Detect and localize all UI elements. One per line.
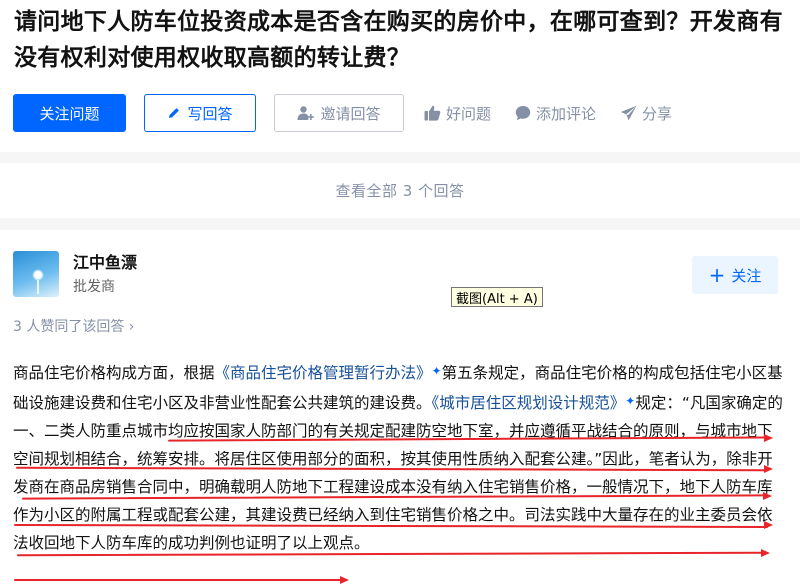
- answer-text-part-3: 规定：“凡国家确定的一、二类人防重点城市均应按国家人防部门的有关规定配建防空地下…: [13, 394, 783, 552]
- annotation-arrowhead: [761, 549, 770, 557]
- share-label: 分享: [642, 104, 673, 123]
- annotation-arrowhead: [763, 492, 772, 500]
- regulation-link-2[interactable]: 《城市居住区规划设计规范》: [432, 394, 626, 412]
- view-all-answers-bar: 查看全部 3 个回答: [0, 163, 800, 218]
- write-answer-label: 写回答: [187, 104, 233, 123]
- invite-answer-label: 邀请回答: [320, 104, 381, 123]
- question-actions: 关注问题 写回答 邀请回答 好问题 添加评论 分享: [13, 93, 672, 133]
- invite-answer-button[interactable]: 邀请回答: [274, 94, 404, 132]
- question-title[interactable]: 请问地下人防车位投资成本是否含在购买的房价中，在哪可查到？开发商有没有权利对使用…: [14, 4, 800, 76]
- sparkle-icon: ✦: [431, 364, 442, 378]
- comment-icon: [515, 106, 531, 121]
- regulation-link-1[interactable]: 《商品住宅价格管理暂行办法》: [215, 364, 432, 382]
- avatar-stem-graphic: [37, 280, 39, 294]
- author-bio: 批发商: [73, 279, 115, 295]
- pencil-icon: [169, 108, 180, 118]
- sparkle-icon: ✦: [625, 394, 636, 408]
- upvote-count-link[interactable]: 3 人赞同了该回答 ›: [13, 316, 134, 336]
- avatar[interactable]: [13, 251, 59, 297]
- thumbs-up-icon: [424, 105, 441, 121]
- answer-text-part-1: 商品住宅价格构成方面，根据: [13, 364, 215, 382]
- annotation-underline: [14, 579, 344, 581]
- add-comment-button[interactable]: 添加评论: [515, 103, 596, 124]
- follow-author-button[interactable]: + 关注: [692, 256, 778, 294]
- good-question-label: 好问题: [446, 104, 492, 123]
- annotation-arrowhead: [764, 465, 773, 473]
- follow-question-button[interactable]: 关注问题: [13, 94, 126, 132]
- answer-card: 江中鱼漂 批发商 + 关注 3 人赞同了该回答 › 商品住宅价格构成方面，根据《…: [0, 230, 800, 587]
- annotation-arrowhead: [764, 521, 773, 529]
- view-all-answers-link[interactable]: 查看全部 3 个回答: [335, 180, 464, 201]
- annotation-arrowhead: [340, 576, 349, 584]
- share-paper-plane-icon: [620, 105, 637, 121]
- author-name[interactable]: 江中鱼漂: [73, 249, 137, 273]
- add-comment-label: 添加评论: [536, 104, 597, 123]
- plus-icon: +: [708, 263, 726, 287]
- share-button[interactable]: 分享: [620, 103, 672, 124]
- good-question-button[interactable]: 好问题: [424, 103, 491, 124]
- screenshot-tooltip: 截图(Alt + A): [451, 287, 543, 307]
- add-user-icon: [297, 106, 315, 120]
- follow-author-label: 关注: [731, 266, 762, 285]
- question-card: 请问地下人防车位投资成本是否含在购买的房价中，在哪可查到？开发商有没有权利对使用…: [0, 0, 800, 152]
- write-answer-button[interactable]: 写回答: [144, 94, 256, 132]
- annotation-arrowhead: [764, 434, 773, 442]
